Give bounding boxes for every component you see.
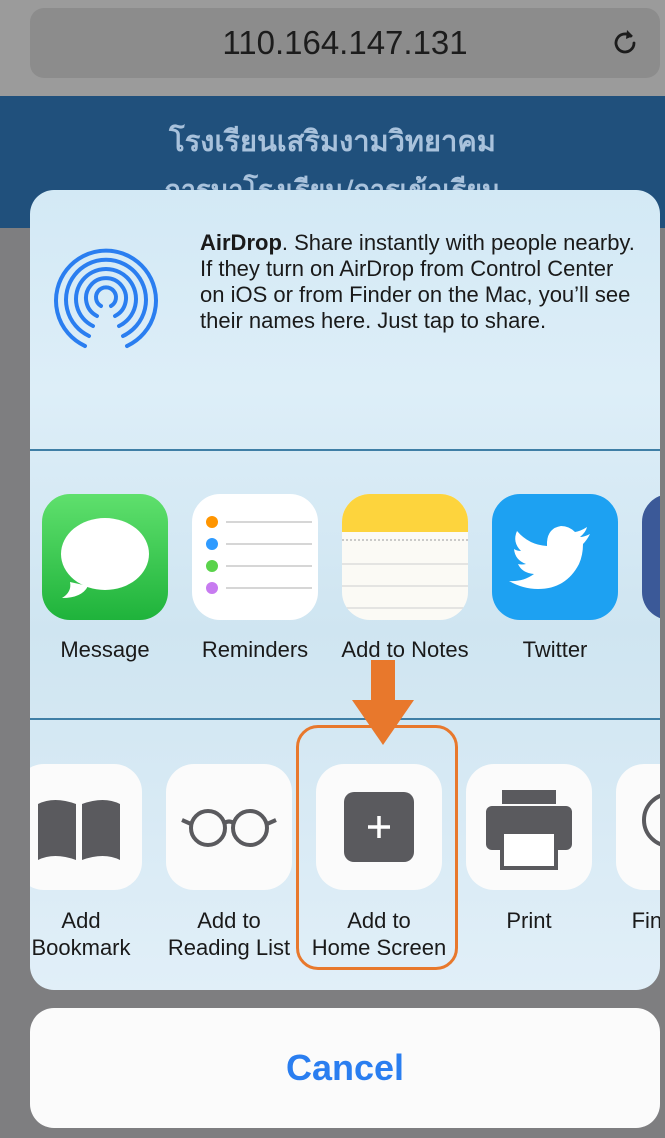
action-label-find: Find (568, 907, 660, 934)
apps-row: Message Reminders Add to Notes Twitter (30, 450, 660, 730)
reminders-icon[interactable] (192, 494, 318, 620)
reload-icon[interactable] (608, 26, 642, 60)
action-label-line: Add to (197, 908, 261, 933)
airdrop-section[interactable]: AirDrop. Share instantly with people nea… (30, 190, 660, 450)
notes-icon[interactable] (342, 494, 468, 620)
page-title: โรงเรียนเสริมงามวิทยาคม (169, 124, 496, 158)
arrow-down-icon (352, 660, 414, 745)
add-reading-list-button[interactable] (166, 764, 292, 890)
facebook-icon[interactable] (642, 494, 660, 620)
find-icon (642, 793, 660, 847)
print-button[interactable] (466, 764, 592, 890)
highlight-box (296, 725, 458, 970)
reading-list-icon (181, 809, 277, 847)
browser-toolbar: 110.164.147.131 (0, 0, 665, 96)
app-label-facebook: F (625, 637, 660, 663)
address-bar[interactable]: 110.164.147.131 (30, 8, 660, 78)
airdrop-icon (54, 248, 158, 348)
url-text: 110.164.147.131 (222, 24, 468, 61)
twitter-icon[interactable] (492, 494, 618, 620)
app-label-reminders: Reminders (201, 637, 309, 662)
airdrop-description: AirDrop. Share instantly with people nea… (200, 230, 640, 334)
action-label-line: Find (631, 908, 660, 933)
add-bookmark-button[interactable] (30, 764, 142, 890)
bookmark-icon (38, 800, 120, 860)
app-label-twitter: Twitter (522, 637, 588, 662)
action-label-line: Reading List (167, 935, 291, 960)
action-label-reading-list: Add to Reading List (144, 907, 314, 961)
app-label-message: Message (60, 637, 150, 662)
airdrop-title: AirDrop (200, 230, 282, 255)
find-on-page-button[interactable] (616, 764, 660, 890)
print-icon (486, 790, 572, 870)
messages-icon[interactable] (42, 494, 168, 620)
cancel-button[interactable]: Cancel (30, 1008, 660, 1128)
